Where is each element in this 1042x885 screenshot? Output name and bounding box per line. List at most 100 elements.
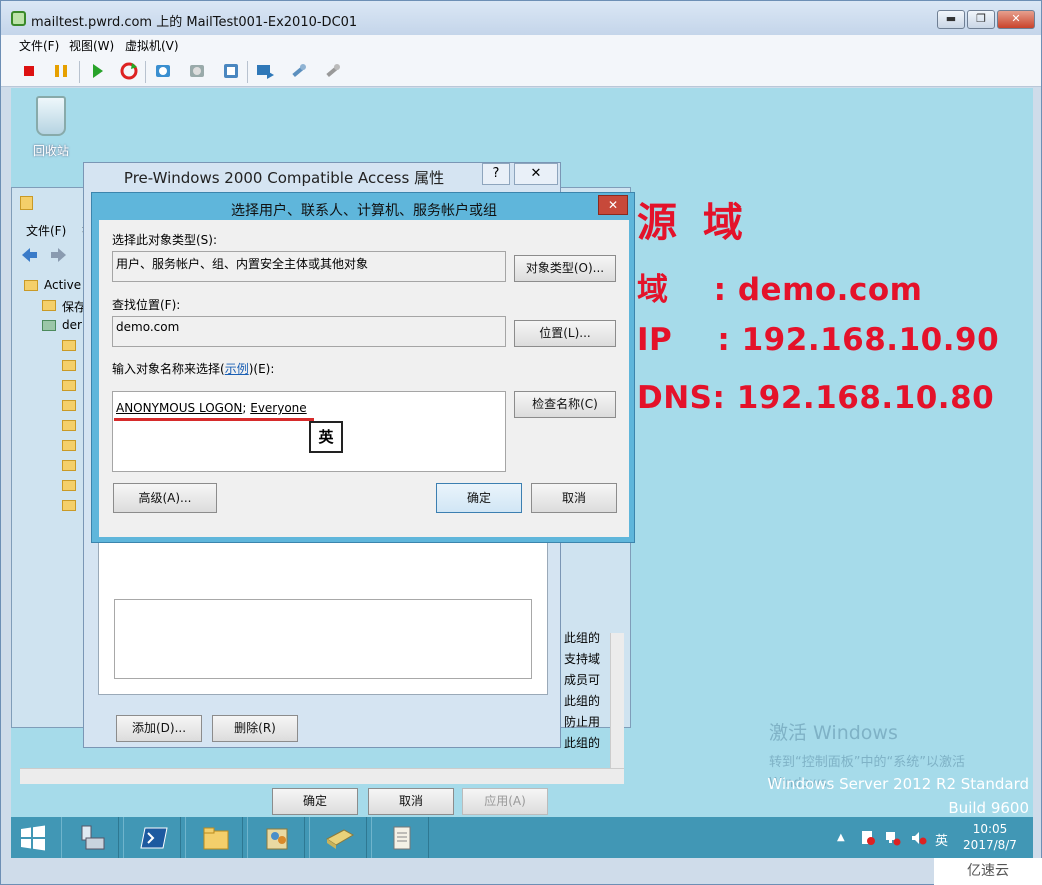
taskbar-file-explorer[interactable]: [185, 817, 243, 858]
recycle-bin-label: 回收站: [32, 144, 69, 158]
action-center-icon[interactable]: [861, 830, 875, 846]
domain-icon: [42, 320, 56, 331]
properties-ok-button[interactable]: 确定: [272, 788, 358, 815]
toolbar-separator: [247, 61, 248, 83]
select-dialog-title: 选择用户、联系人、计算机、服务帐户或组: [231, 203, 497, 219]
server-manager-icon: [81, 825, 105, 850]
maximize-button[interactable]: ❐: [967, 10, 995, 29]
resolved-name: ANONYMOUS LOGON: [116, 401, 243, 415]
start-icon[interactable]: [19, 824, 47, 852]
show-hidden-icons-icon[interactable]: ▲: [837, 832, 845, 843]
add-member-button[interactable]: 添加(D)...: [116, 715, 202, 742]
select-ok-button[interactable]: 确定: [436, 483, 522, 513]
aduc-menu-file[interactable]: 文件(F): [26, 224, 66, 238]
enter-names-label-prefix: 输入对象名称来选择(: [112, 362, 225, 376]
vm-console-icon: [11, 11, 26, 26]
volume-muted-icon[interactable]: [911, 830, 927, 846]
taskbar-powershell[interactable]: [123, 817, 181, 858]
taskbar: ▲ 英 10:05 2017/8/7: [11, 817, 1033, 858]
object-type-field: 用户、服务帐户、组、内置安全主体或其他对象: [112, 251, 506, 282]
remove-member-button[interactable]: 删除(R): [212, 715, 298, 742]
taskbar-clock[interactable]: 10:05 2017/8/7: [947, 821, 1033, 853]
site-watermark: 亿速云: [934, 858, 1042, 885]
folder-icon[interactable]: [62, 500, 76, 511]
object-types-button[interactable]: 对象类型(O)...: [514, 255, 616, 282]
properties-cancel-button[interactable]: 取消: [368, 788, 454, 815]
location-field: demo.com: [112, 316, 506, 347]
toolbar-separator: [145, 61, 146, 83]
menu-vm[interactable]: 虚拟机(V): [125, 37, 179, 54]
taskbar-exchange-console[interactable]: [309, 817, 367, 858]
minimize-button[interactable]: ▬: [937, 10, 965, 29]
enter-names-label: 输入对象名称来选择(示例)(E):: [112, 360, 274, 377]
select-dialog-close-button[interactable]: ✕: [598, 195, 628, 215]
folder-icon[interactable]: [62, 360, 76, 371]
reset-icon[interactable]: [119, 61, 139, 81]
build-edition: Windows Server 2012 R2 Standard: [767, 775, 1029, 793]
menu-view[interactable]: 视图(W): [69, 37, 114, 54]
host-window-title: mailtest.pwrd.com 上的 MailTest001-Ex2010-…: [31, 15, 358, 30]
stop-icon[interactable]: [19, 61, 39, 81]
aduc-back-forward-icon[interactable]: [20, 246, 70, 264]
recycle-bin[interactable]: 回收站: [29, 96, 73, 159]
close-button[interactable]: ✕: [997, 10, 1035, 29]
examples-link[interactable]: 示例: [225, 362, 249, 376]
folder-icon: [24, 280, 38, 291]
menu-file[interactable]: 文件(F): [19, 37, 59, 54]
powershell-icon: [140, 827, 168, 849]
console-icon[interactable]: [255, 61, 275, 81]
folder-icon[interactable]: [62, 480, 76, 491]
network-icon[interactable]: [885, 830, 901, 846]
pause-icon[interactable]: [51, 61, 71, 81]
settings-icon[interactable]: [289, 61, 309, 81]
folder-icon[interactable]: [62, 460, 76, 471]
wallpaper-heading: 源 域: [637, 200, 749, 246]
resolved-name: Everyone: [250, 401, 307, 415]
enter-names-label-suffix: )(E):: [248, 362, 275, 376]
tree-item-ad[interactable]: Active: [44, 278, 81, 292]
tree-item-domain[interactable]: der: [62, 318, 82, 332]
host-menu-bar: 文件(F) 视图(W) 虚拟机(V): [1, 35, 1041, 55]
advanced-button[interactable]: 高级(A)...: [113, 483, 217, 513]
taskbar-notepad[interactable]: [371, 817, 429, 858]
revert-icon[interactable]: [187, 61, 207, 81]
folder-icon[interactable]: [62, 340, 76, 351]
folder-icon[interactable]: [62, 420, 76, 431]
aduc-vertical-scrollbar[interactable]: [610, 633, 624, 768]
help-button[interactable]: ?: [482, 163, 510, 185]
members-list[interactable]: [114, 599, 532, 679]
activation-title: 激活 Windows: [769, 722, 898, 744]
notepad-icon: [393, 826, 411, 850]
properties-close-button[interactable]: ✕: [514, 163, 558, 185]
host-title-bar: mailtest.pwrd.com 上的 MailTest001-Ex2010-…: [1, 1, 1041, 35]
location-label: 查找位置(F):: [112, 298, 181, 312]
folder-icon: [203, 827, 229, 850]
snapshot-icon[interactable]: [153, 61, 173, 81]
taskbar-server-manager[interactable]: [61, 817, 119, 858]
properties-apply-button[interactable]: 应用(A): [462, 788, 548, 815]
aduc-icon: [266, 828, 288, 850]
ime-mode-popup: 英: [309, 421, 343, 453]
folder-icon[interactable]: [62, 440, 76, 451]
folder-icon[interactable]: [62, 400, 76, 411]
tools-icon[interactable]: [323, 61, 343, 81]
play-icon[interactable]: [87, 61, 107, 81]
object-names-text: ANONYMOUS LOGON; Everyone: [116, 401, 307, 415]
object-names-input[interactable]: ANONYMOUS LOGON; Everyone 英: [112, 391, 506, 472]
annotation-underline: [114, 418, 314, 421]
snapshot-manager-icon[interactable]: [221, 61, 241, 81]
taskbar-aduc[interactable]: [247, 817, 305, 858]
aduc-horizontal-scrollbar[interactable]: [20, 768, 624, 784]
check-names-button[interactable]: 检查名称(C): [514, 391, 616, 418]
aduc-window-icon: [20, 196, 33, 210]
recycle-bin-icon: [36, 96, 66, 136]
exchange-icon: [326, 829, 354, 849]
host-toolbar: [1, 55, 1041, 87]
folder-icon[interactable]: [62, 380, 76, 391]
object-type-label: 选择此对象类型(S):: [112, 233, 218, 247]
properties-title: Pre-Windows 2000 Compatible Access 属性: [123, 169, 445, 187]
select-dialog-body: 选择此对象类型(S): 用户、服务帐户、组、内置安全主体或其他对象 对象类型(O…: [99, 220, 629, 537]
activation-text: 转到“控制面板”中的“系统”以激活: [769, 755, 965, 770]
select-cancel-button[interactable]: 取消: [531, 483, 617, 513]
locations-button[interactable]: 位置(L)...: [514, 320, 616, 347]
